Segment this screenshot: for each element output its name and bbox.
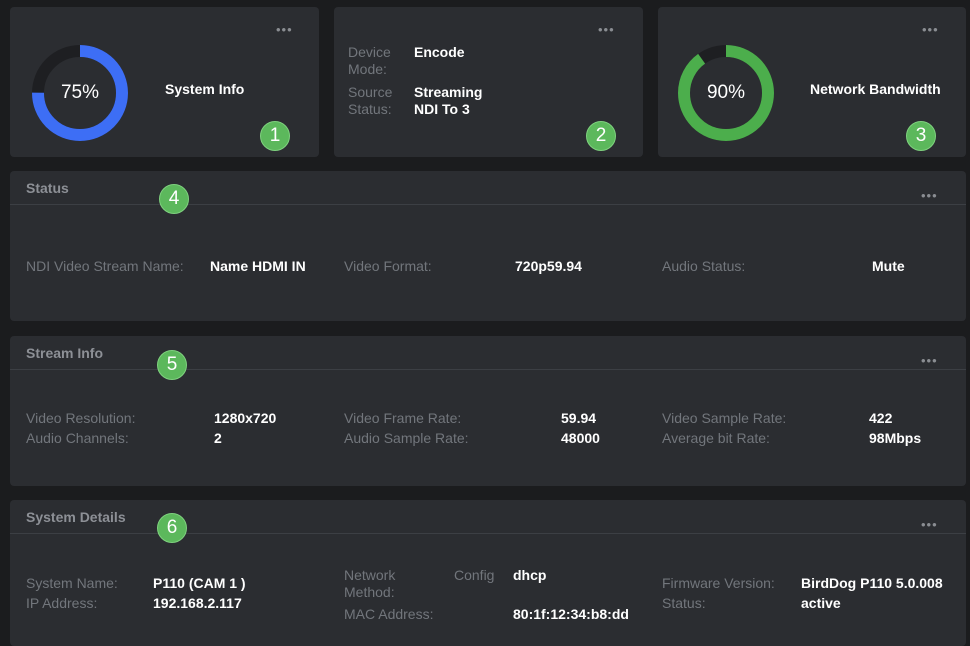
stream-info-menu-button[interactable]: ••• — [921, 354, 938, 367]
badge-6: 6 — [157, 513, 187, 543]
ip-address-label: IP Address: — [26, 595, 98, 611]
stream-info-panel: Stream Info ••• 5 Video Resolution: 1280… — [10, 336, 966, 486]
device-card: ••• Device Mode: Encode Source Status: S… — [334, 7, 643, 157]
audio-channels-value: 2 — [214, 430, 222, 446]
average-bit-rate-label: Average bit Rate: — [662, 430, 770, 446]
average-bit-rate-value: 98Mbps — [869, 430, 922, 446]
status-panel-header — [10, 171, 966, 205]
stream-info-panel-title: Stream Info — [26, 345, 104, 361]
device-mode-value: Encode — [414, 44, 465, 60]
audio-status-label: Audio Status: — [662, 258, 746, 274]
system-details-menu-button[interactable]: ••• — [921, 518, 938, 531]
mac-address-value: 80:1f:12:34:b8:dd — [513, 606, 629, 622]
audio-sample-rate-value: 48000 — [561, 430, 600, 446]
video-sample-rate-label: Video Sample Rate: — [662, 410, 787, 426]
badge-1: 1 — [260, 121, 290, 151]
video-frame-rate-value: 59.94 — [561, 410, 597, 426]
badge-5: 5 — [157, 350, 187, 380]
system-details-panel: System Details ••• 6 System Name: P110 (… — [10, 500, 966, 646]
firmware-version-label: Firmware Version: — [662, 575, 775, 591]
device-menu-button[interactable]: ••• — [598, 23, 615, 36]
system-details-panel-title: System Details — [26, 509, 126, 525]
network-method-label-line1: Network — [344, 567, 396, 583]
system-info-menu-button[interactable]: ••• — [276, 23, 293, 36]
status-panel-title: Status — [26, 180, 69, 196]
status-label: Status: — [662, 595, 706, 611]
audio-channels-label: Audio Channels: — [26, 430, 129, 446]
mac-address-label: MAC Address: — [344, 606, 434, 622]
badge-2: 2 — [586, 121, 616, 151]
source-status-label: Source Status: — [348, 84, 393, 117]
video-sample-rate-value: 422 — [869, 410, 893, 426]
video-resolution-value: 1280x720 — [214, 410, 277, 426]
video-format-value: 720p59.94 — [515, 258, 582, 274]
ip-address-value: 192.168.2.117 — [153, 595, 242, 611]
source-status-value-1: Streaming — [414, 84, 483, 100]
network-card: ••• 90% Network Bandwidth 3 — [658, 7, 966, 157]
stream-info-panel-header — [10, 336, 966, 370]
config-label: Config — [454, 567, 495, 583]
ndi-stream-name-value: Name HDMI IN — [210, 258, 306, 274]
system-name-label: System Name: — [26, 575, 118, 591]
device-mode-label: Device Mode: — [348, 44, 391, 77]
video-format-label: Video Format: — [344, 258, 432, 274]
system-info-title: System Info — [165, 81, 245, 97]
network-method-label-line2: Method: — [344, 584, 395, 600]
ndi-stream-name-label: NDI Video Stream Name: — [26, 258, 184, 274]
system-info-card: ••• 75% System Info 1 — [10, 7, 319, 157]
network-title: Network Bandwidth — [810, 81, 941, 97]
audio-status-value: Mute — [872, 258, 905, 274]
network-percent: 90% — [706, 82, 746, 103]
source-status-value-2: NDI To 3 — [414, 101, 470, 117]
video-resolution-label: Video Resolution: — [26, 410, 136, 426]
system-details-panel-header — [10, 500, 966, 534]
video-frame-rate-label: Video Frame Rate: — [344, 410, 462, 426]
system-info-percent: 75% — [60, 82, 100, 103]
audio-sample-rate-label: Audio Sample Rate: — [344, 430, 469, 446]
config-value: dhcp — [513, 567, 547, 583]
status-panel: Status ••• 4 NDI Video Stream Name: Name… — [10, 171, 966, 321]
firmware-version-value: BirdDog P110 5.0.008 — [801, 575, 943, 591]
status-menu-button[interactable]: ••• — [921, 189, 938, 202]
badge-4: 4 — [159, 184, 189, 214]
system-name-value: P110 (CAM 1 ) — [153, 575, 246, 591]
status-value: active — [801, 595, 841, 611]
network-menu-button[interactable]: ••• — [922, 23, 939, 36]
badge-3: 3 — [906, 121, 936, 151]
